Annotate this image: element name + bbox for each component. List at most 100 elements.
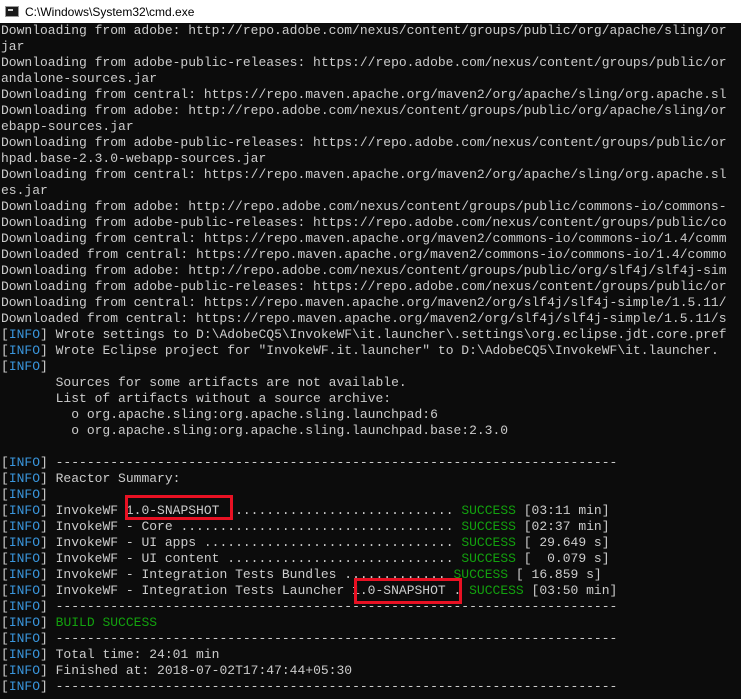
console-text: Downloading from central: https://repo.m… bbox=[1, 87, 727, 102]
console-text: ] Reactor Summary: bbox=[40, 471, 181, 486]
console-text: [03:50 min] bbox=[523, 583, 618, 598]
console-text: hpad.base-2.3.0-webapp-sources.jar bbox=[1, 151, 267, 166]
console-line: [INFO] ---------------------------------… bbox=[1, 679, 741, 695]
info-tag: INFO bbox=[8, 583, 41, 598]
console-line: Downloading from adobe: http://repo.adob… bbox=[1, 199, 741, 215]
console-text: [ bbox=[1, 663, 9, 678]
console-text: [ bbox=[1, 343, 9, 358]
info-tag: INFO bbox=[8, 471, 41, 486]
console-text: ebapp-sources.jar bbox=[1, 119, 134, 134]
info-tag: INFO bbox=[8, 455, 41, 470]
console-text: Downloading from central: https://repo.m… bbox=[1, 295, 727, 310]
console-text: ] InvokeWF - UI content ................… bbox=[40, 551, 462, 566]
console-line: Downloading from central: https://repo.m… bbox=[1, 87, 741, 103]
console-line: Downloading from adobe-public-releases: … bbox=[1, 55, 741, 71]
console-line: [INFO] InvokeWF - Integration Tests Laun… bbox=[1, 583, 741, 599]
info-tag: INFO bbox=[8, 487, 41, 502]
console-line: List of artifacts without a source archi… bbox=[1, 391, 741, 407]
console-text: Downloading from adobe: http://repo.adob… bbox=[1, 103, 727, 118]
console-text: ] InvokeWF 1.0-SNAPSHOT ................… bbox=[40, 503, 462, 518]
console-line: Downloading from adobe-public-releases: … bbox=[1, 279, 741, 295]
console-text: ] Total time: 24:01 min bbox=[40, 647, 220, 662]
console-text: [ bbox=[1, 327, 9, 342]
info-tag: INFO bbox=[8, 615, 41, 630]
console-line: [INFO] Total time: 24:01 min bbox=[1, 647, 741, 663]
console-text: Downloading from adobe-public-releases: … bbox=[1, 55, 727, 70]
info-tag: INFO bbox=[8, 631, 41, 646]
info-tag: INFO bbox=[8, 327, 41, 342]
console-text: ] bbox=[40, 487, 48, 502]
info-tag: INFO bbox=[8, 599, 41, 614]
console-line: Downloaded from central: https://repo.ma… bbox=[1, 247, 741, 263]
console-text: Downloading from adobe: http://repo.adob… bbox=[1, 263, 727, 278]
console-text: o org.apache.sling:org.apache.sling.laun… bbox=[1, 407, 438, 422]
console-text: Downloading from adobe-public-releases: … bbox=[1, 279, 727, 294]
console-text: List of artifacts without a source archi… bbox=[1, 391, 392, 406]
console-line: [INFO] bbox=[1, 359, 741, 375]
console-line: o org.apache.sling:org.apache.sling.laun… bbox=[1, 407, 741, 423]
console-text: ] --------------------------------------… bbox=[40, 679, 618, 694]
info-tag: INFO bbox=[8, 503, 41, 518]
console-text: [ bbox=[1, 503, 9, 518]
console-text: [ 16.859 s] bbox=[508, 567, 602, 582]
console-line: [INFO] Wrote settings to D:\AdobeCQ5\Inv… bbox=[1, 327, 741, 343]
console-line: ebapp-sources.jar bbox=[1, 119, 741, 135]
console-line: [INFO] Wrote Eclipse project for "Invoke… bbox=[1, 343, 741, 359]
console-line: Downloaded from central: https://repo.ma… bbox=[1, 311, 741, 327]
console-text: [ 0.079 s] bbox=[515, 551, 610, 566]
success-status: SUCCESS bbox=[461, 535, 516, 550]
console-line: jar bbox=[1, 39, 741, 55]
success-status: SUCCESS bbox=[461, 519, 516, 534]
console-line: Downloading from adobe: http://repo.adob… bbox=[1, 23, 741, 39]
console-line: [INFO] InvokeWF 1.0-SNAPSHOT ...........… bbox=[1, 503, 741, 519]
console-text: Downloading from adobe: http://repo.adob… bbox=[1, 23, 727, 38]
console-text: ] Finished at: 2018-07-02T17:47:44+05:30 bbox=[40, 663, 353, 678]
console-line: Downloading from central: https://repo.m… bbox=[1, 295, 741, 311]
console-line: [INFO] InvokeWF - Core .................… bbox=[1, 519, 741, 535]
info-tag: INFO bbox=[8, 663, 41, 678]
title-bar[interactable]: C:\Windows\System32\cmd.exe bbox=[0, 0, 741, 23]
console-text: ] InvokeWF - Core ......................… bbox=[40, 519, 462, 534]
info-tag: INFO bbox=[8, 535, 41, 550]
console-text: [ bbox=[1, 615, 9, 630]
console-text: [ bbox=[1, 455, 9, 470]
console-text: [ bbox=[1, 519, 9, 534]
console-text: [ bbox=[1, 567, 9, 582]
console-line: [INFO] Finished at: 2018-07-02T17:47:44+… bbox=[1, 663, 741, 679]
console-text: [ bbox=[1, 599, 9, 614]
console-text: Downloading from adobe-public-releases: … bbox=[1, 215, 727, 230]
console-text: Downloading from adobe: http://repo.adob… bbox=[1, 199, 727, 214]
console-text: Sources for some artifacts are not avail… bbox=[1, 375, 407, 390]
console-text: [ bbox=[1, 535, 9, 550]
console-text: ] --------------------------------------… bbox=[40, 455, 618, 470]
info-tag: INFO bbox=[8, 679, 41, 694]
console-line: es.jar bbox=[1, 183, 741, 199]
info-tag: INFO bbox=[8, 647, 41, 662]
console-line: [INFO] BUILD SUCCESS bbox=[1, 615, 741, 631]
console-text: ] --------------------------------------… bbox=[40, 599, 618, 614]
console-line: Downloading from adobe-public-releases: … bbox=[1, 215, 741, 231]
console-text: ] InvokeWF - Integration Tests Launcher … bbox=[40, 583, 470, 598]
console-line: hpad.base-2.3.0-webapp-sources.jar bbox=[1, 151, 741, 167]
console-line: Downloading from adobe: http://repo.adob… bbox=[1, 103, 741, 119]
console-text: Downloaded from central: https://repo.ma… bbox=[1, 247, 727, 262]
console-line: Downloading from adobe: http://repo.adob… bbox=[1, 263, 741, 279]
info-tag: INFO bbox=[8, 551, 41, 566]
console-text: [ bbox=[1, 631, 9, 646]
console-text: [02:37 min] bbox=[515, 519, 610, 534]
success-status: SUCCESS bbox=[461, 503, 516, 518]
console-text: ] InvokeWF - UI apps ...................… bbox=[40, 535, 462, 550]
success-status: SUCCESS bbox=[469, 583, 524, 598]
console-text: ] InvokeWF - Integration Tests Bundles .… bbox=[40, 567, 454, 582]
console-line: [INFO] ---------------------------------… bbox=[1, 631, 741, 647]
console-line: [INFO] Reactor Summary: bbox=[1, 471, 741, 487]
info-tag: INFO bbox=[8, 359, 41, 374]
console-text: Downloaded from central: https://repo.ma… bbox=[1, 311, 727, 326]
console-text: jar bbox=[1, 39, 25, 54]
console-text: [03:11 min] bbox=[515, 503, 610, 518]
console-text: ] Wrote settings to D:\AdobeCQ5\InvokeWF… bbox=[40, 327, 727, 342]
console-app-icon[interactable] bbox=[5, 6, 19, 17]
console-output[interactable]: Downloading from adobe: http://repo.adob… bbox=[0, 23, 741, 699]
console-text: ] --------------------------------------… bbox=[40, 631, 618, 646]
